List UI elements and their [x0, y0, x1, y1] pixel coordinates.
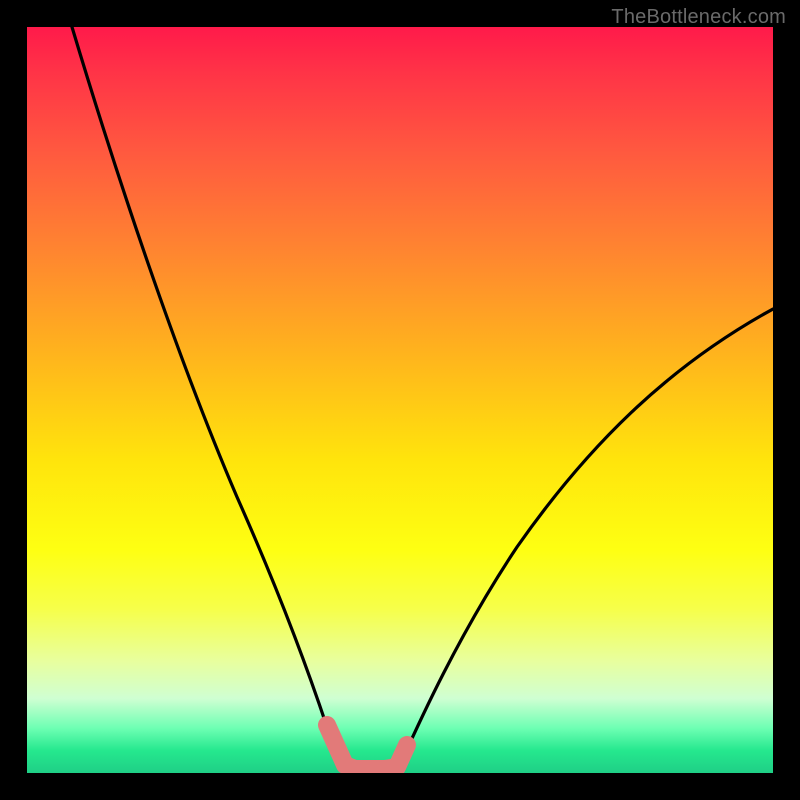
plot-area: [27, 27, 773, 773]
left-curve: [72, 27, 345, 769]
curve-layer: [27, 27, 773, 773]
chart-frame: TheBottleneck.com: [0, 0, 800, 800]
right-curve: [399, 309, 773, 767]
valley-highlight: [327, 725, 407, 769]
watermark-text: TheBottleneck.com: [611, 6, 786, 29]
